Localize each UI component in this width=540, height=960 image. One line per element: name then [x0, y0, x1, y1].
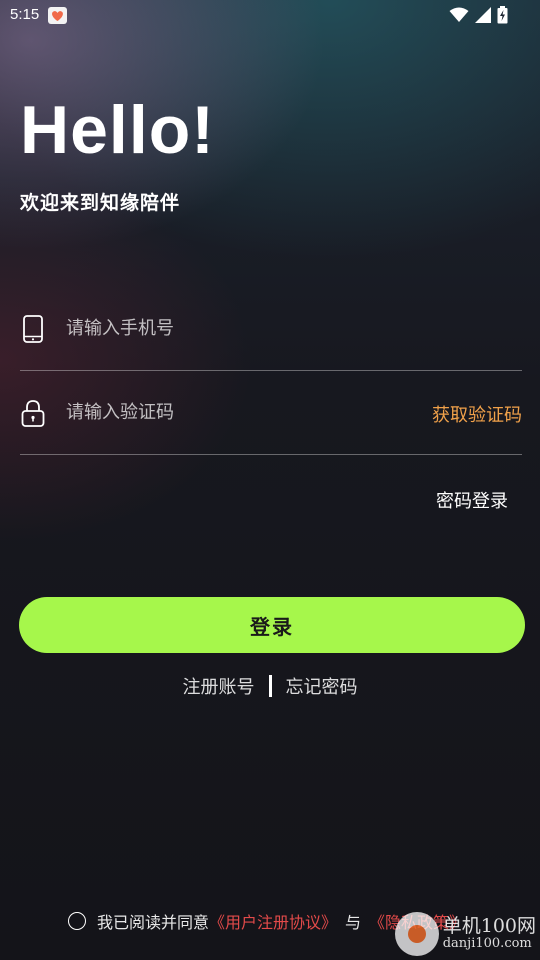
register-link[interactable]: 注册账号: [183, 673, 255, 699]
password-login-link[interactable]: 密码登录: [436, 487, 508, 513]
wifi-icon: [449, 7, 469, 27]
links-divider: [268, 675, 272, 697]
agreement-prefix: 我已阅读并同意: [97, 913, 210, 932]
forgot-password-link[interactable]: 忘记密码: [286, 673, 358, 699]
watermark-logo-icon: [394, 912, 439, 956]
watermark-name: 单机100网: [442, 915, 536, 938]
watermark: 单机100网 danji100.com: [394, 912, 536, 956]
hero-title: Hello!: [20, 92, 215, 168]
status-icons: [449, 6, 508, 28]
user-agreement-link[interactable]: 《用户注册协议》: [209, 909, 337, 933]
signal-icon: [475, 7, 491, 27]
phone-field: [20, 286, 522, 371]
agreement-conjunction: 与: [345, 913, 362, 932]
agreement-checkbox[interactable]: [68, 912, 86, 930]
phone-input[interactable]: [66, 314, 396, 342]
battery-charging-icon: [497, 6, 508, 28]
phone-icon: [20, 315, 46, 343]
status-bar: 5:15: [0, 0, 540, 32]
get-code-button[interactable]: 获取验证码: [432, 401, 522, 427]
watermark-text: 单机100网 danji100.com: [443, 916, 536, 951]
lock-icon: [20, 399, 46, 427]
watermark-url: danji100.com: [442, 936, 532, 952]
status-time: 5:15: [10, 6, 40, 23]
app-heart-icon: [48, 7, 67, 24]
verification-code-field: 获取验证码: [20, 370, 522, 455]
hero-subtitle: 欢迎来到知缘陪伴: [20, 192, 181, 214]
verification-code-input[interactable]: [66, 398, 396, 426]
account-links: 注册账号 忘记密码: [0, 673, 540, 699]
login-button[interactable]: 登录: [19, 597, 525, 653]
